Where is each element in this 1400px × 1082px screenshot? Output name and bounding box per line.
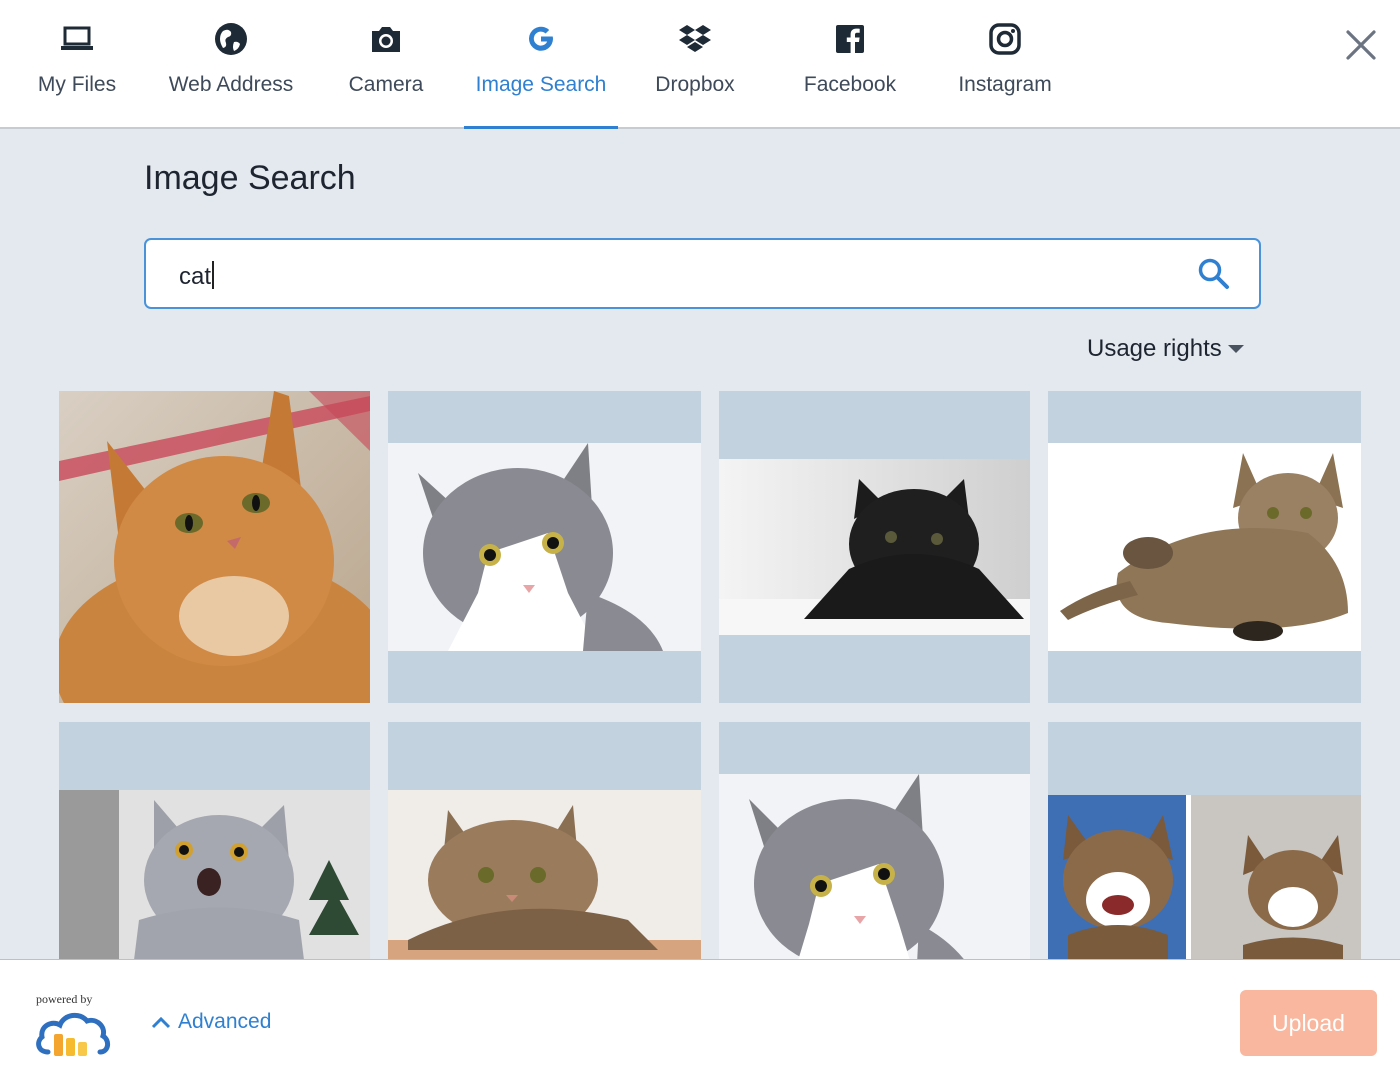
tab-label: Image Search xyxy=(475,73,607,96)
image-result[interactable] xyxy=(59,722,370,959)
search-query-text: cat xyxy=(179,263,212,290)
result-thumbnail xyxy=(59,790,370,959)
search-button[interactable] xyxy=(1197,257,1231,291)
chevron-up-icon xyxy=(151,1016,171,1029)
source-tab-bar: My Files Web Address Camera Image Search… xyxy=(0,0,1400,130)
usage-rights-label: Usage rights xyxy=(1087,335,1222,362)
facebook-icon xyxy=(832,21,868,57)
image-result[interactable] xyxy=(59,391,370,703)
tab-label: Web Address xyxy=(168,73,294,96)
globe-icon xyxy=(213,21,249,57)
usage-rights-dropdown[interactable]: Usage rights xyxy=(1087,335,1244,363)
image-result[interactable] xyxy=(719,391,1030,703)
footer-bar: powered by Advanced Upload xyxy=(0,959,1400,1082)
result-thumbnail xyxy=(1048,795,1361,959)
close-icon xyxy=(1346,30,1376,60)
tab-camera[interactable]: Camera xyxy=(309,0,463,128)
camera-icon xyxy=(368,21,404,57)
tab-image-search[interactable]: Image Search xyxy=(464,0,618,130)
instagram-icon xyxy=(987,21,1023,57)
image-results-grid xyxy=(59,391,1361,959)
advanced-label: Advanced xyxy=(178,1010,272,1033)
tab-facebook[interactable]: Facebook xyxy=(773,0,927,128)
image-result[interactable] xyxy=(388,391,701,703)
result-thumbnail xyxy=(388,790,701,959)
search-box[interactable]: cat xyxy=(144,238,1261,309)
close-button[interactable] xyxy=(1342,26,1380,64)
result-thumbnail xyxy=(388,443,701,651)
image-search-panel: Image Search cat Usage rights xyxy=(0,129,1400,959)
result-thumbnail xyxy=(719,774,1030,959)
laptop-icon xyxy=(59,21,95,57)
page-title: Image Search xyxy=(144,159,356,197)
dropbox-icon xyxy=(677,21,713,57)
image-result[interactable] xyxy=(1048,391,1361,703)
image-result[interactable] xyxy=(719,722,1030,959)
result-thumbnail xyxy=(1048,443,1361,651)
tab-label: Instagram xyxy=(958,73,1052,96)
advanced-toggle[interactable]: Advanced xyxy=(150,1010,271,1034)
tab-my-files[interactable]: My Files xyxy=(0,0,154,128)
google-icon xyxy=(523,21,559,57)
upload-button[interactable]: Upload xyxy=(1240,990,1377,1056)
image-result[interactable] xyxy=(1048,722,1361,959)
search-input[interactable]: cat xyxy=(179,261,215,291)
tab-label: Camera xyxy=(348,73,424,96)
chevron-down-icon xyxy=(1227,345,1244,353)
text-caret xyxy=(212,261,215,289)
result-thumbnail xyxy=(59,391,370,703)
powered-by-label: powered by xyxy=(36,992,93,1006)
tab-web-address[interactable]: Web Address xyxy=(154,0,308,128)
cloudinary-logo xyxy=(36,1012,110,1056)
result-thumbnail xyxy=(719,459,1030,635)
tab-instagram[interactable]: Instagram xyxy=(928,0,1082,128)
tab-label: Dropbox xyxy=(655,73,735,96)
search-icon xyxy=(1198,258,1229,289)
tab-dropbox[interactable]: Dropbox xyxy=(618,0,772,128)
tab-label: Facebook xyxy=(803,73,897,96)
image-result[interactable] xyxy=(388,722,701,959)
tab-label: My Files xyxy=(37,73,117,96)
